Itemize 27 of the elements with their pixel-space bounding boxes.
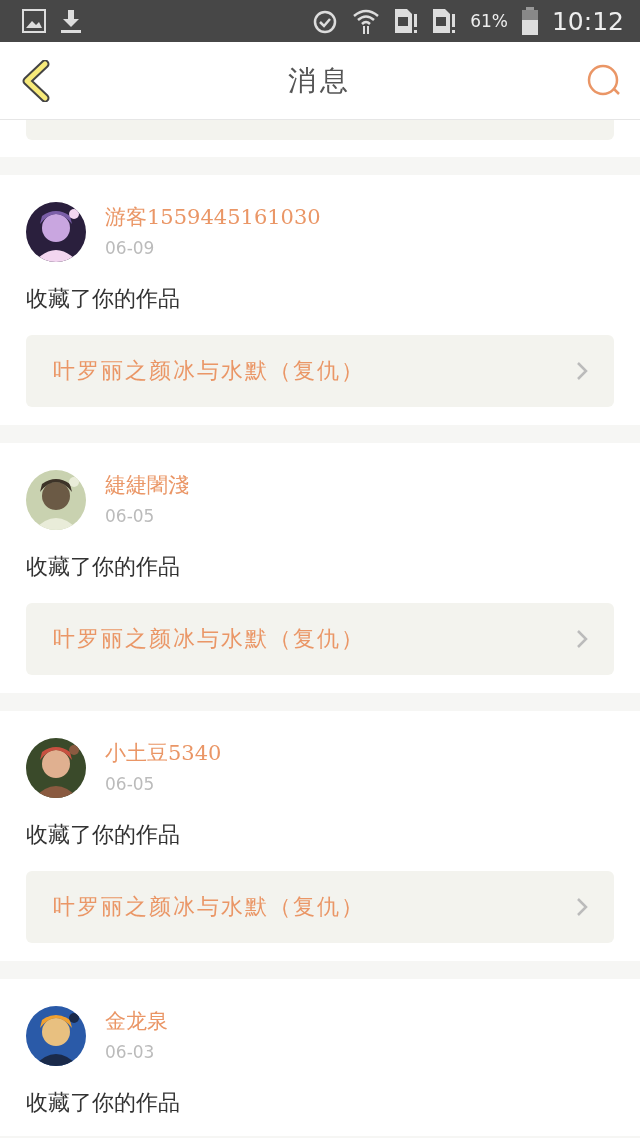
chevron-right-icon [576, 361, 588, 381]
user-name[interactable]: 小土豆5340 [105, 740, 222, 766]
message-text: 收藏了你的作品 [26, 1089, 181, 1117]
message-date: 06-09 [105, 237, 156, 260]
message-text: 收藏了你的作品 [26, 285, 181, 313]
message-date: 06-05 [105, 505, 156, 528]
download-icon [60, 9, 82, 33]
user-name[interactable]: 金龙泉 [105, 1008, 168, 1034]
user-name[interactable]: 緁緁闍淺 [105, 472, 189, 498]
work-link[interactable]: 叶罗丽之颜冰与水默（复仇） [26, 335, 614, 407]
user-name[interactable]: 游客1559445161030 [105, 204, 321, 230]
chevron-right-icon [576, 897, 588, 917]
page-title: 消息 [288, 62, 352, 99]
message-text: 收藏了你的作品 [26, 821, 181, 849]
battery-icon [521, 7, 538, 35]
clock-time: 10:12 [551, 6, 624, 36]
work-link[interactable]: 叶罗丽之颜冰与水默（复仇） [26, 871, 614, 943]
message-date: 06-05 [105, 773, 156, 796]
chevron-right-icon [576, 629, 588, 649]
work-link[interactable]: 叶罗丽之颜冰与水默（复仇） [26, 603, 614, 675]
message-date: 06-03 [105, 1041, 156, 1064]
sim-card-icon [394, 8, 419, 34]
battery-percentage: 61% [470, 11, 508, 31]
sim-card-icon [432, 8, 457, 34]
image-icon [22, 9, 46, 33]
wifi-icon [352, 8, 381, 34]
message-text: 收藏了你的作品 [26, 553, 181, 581]
